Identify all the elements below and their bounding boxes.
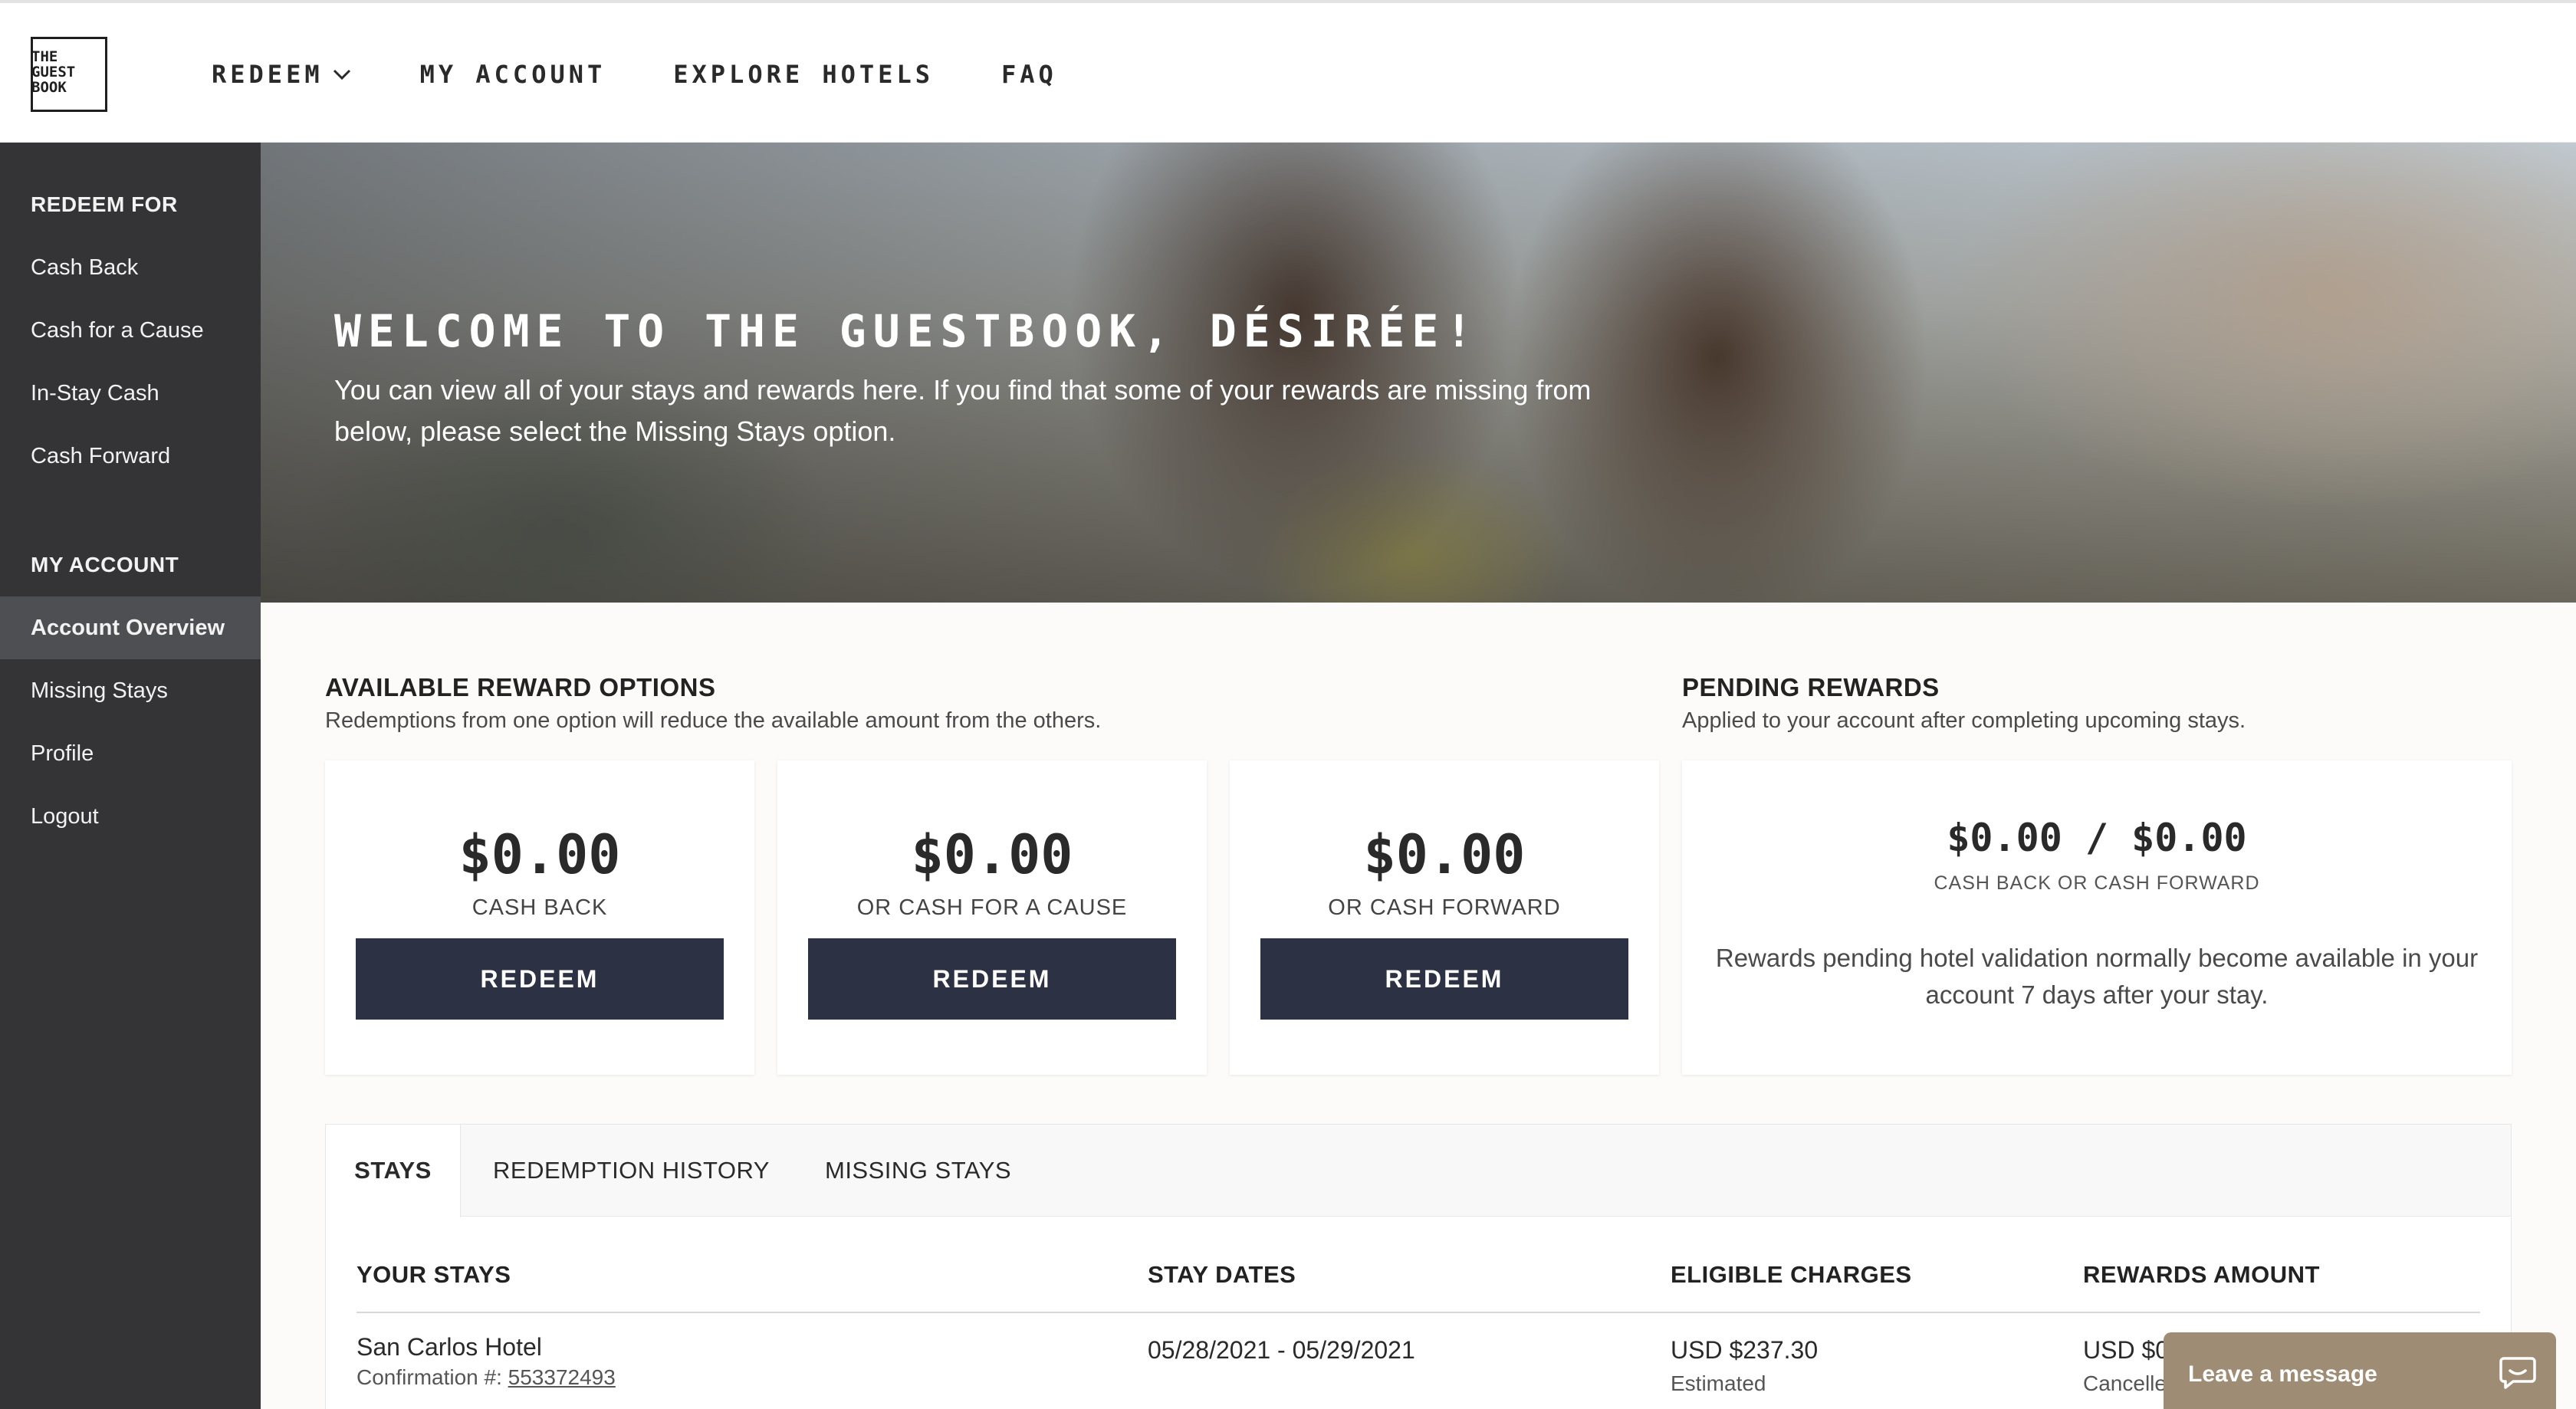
reward-card-cash-forward: $0.00 OR CASH FORWARD REDEEM [1230, 760, 1659, 1075]
hero-title: WELCOME TO THE GUESTBOOK, DÉSIRÉE! [334, 305, 1480, 357]
reward-label: OR CASH FORWARD [1328, 895, 1561, 920]
sidebar-item-cash-back[interactable]: Cash Back [0, 236, 261, 299]
table-divider [356, 1312, 2480, 1313]
reward-status: Cancelle [2083, 1371, 2167, 1395]
nav-redeem-label: REDEEM [212, 60, 324, 89]
nav-explore-hotels[interactable]: EXPLORE HOTELS [673, 60, 934, 89]
sidebar-item-missing-stays[interactable]: Missing Stays [0, 659, 261, 722]
logo-line: GUEST [31, 64, 76, 80]
rewards-amount: USD $0 [2083, 1336, 2170, 1364]
eligible-charges: USD $237.30 [1671, 1336, 1819, 1364]
redeem-cash-back-button[interactable]: REDEEM [356, 938, 724, 1020]
available-rewards-title: AVAILABLE REWARD OPTIONS [325, 673, 716, 701]
stays-tabs: STAYS REDEMPTION HISTORY MISSING STAYS [326, 1125, 2511, 1217]
pending-amount: $0.00 / $0.00 [1947, 816, 2247, 860]
pending-label: CASH BACK OR CASH FORWARD [1934, 872, 2260, 894]
confirmation-label: Confirmation #: [356, 1365, 502, 1389]
chat-bubble-icon [2499, 1357, 2536, 1389]
reward-label: OR CASH FOR A CAUSE [856, 895, 1128, 920]
sidebar-item-logout[interactable]: Logout [0, 785, 261, 848]
hero-banner: WELCOME TO THE GUESTBOOK, DÉSIRÉE! You c… [261, 143, 2576, 603]
reward-amount: $0.00 [911, 823, 1073, 886]
guestbook-logo[interactable]: THE GUEST BOOK [31, 37, 107, 112]
sidebar-heading-my-account: MY ACCOUNT [31, 553, 179, 576]
leave-message-chat-button[interactable]: Leave a message [2164, 1332, 2556, 1409]
top-navigation: THE GUEST BOOK REDEEM MY ACCOUNT EXPLORE… [0, 0, 2576, 143]
stay-dates: 05/28/2021 - 05/29/2021 [1148, 1336, 1415, 1364]
chevron-down-icon [333, 69, 350, 80]
nav-faq[interactable]: FAQ [1001, 60, 1057, 89]
charges-note: Estimated [1671, 1371, 1766, 1395]
nav-my-account[interactable]: MY ACCOUNT [420, 60, 606, 89]
reward-label: CASH BACK [472, 895, 608, 920]
confirmation-link[interactable]: 553372493 [508, 1365, 616, 1389]
column-header-your-stays: YOUR STAYS [356, 1261, 511, 1288]
pending-rewards-subtitle: Applied to your account after completing… [1682, 708, 2246, 733]
sidebar-item-account-overview[interactable]: Account Overview [0, 596, 261, 659]
reward-amount: $0.00 [1363, 823, 1526, 886]
sidebar-item-cash-for-a-cause[interactable]: Cash for a Cause [0, 299, 261, 362]
logo-line: THE [31, 48, 58, 65]
hero-subtitle: You can view all of your stays and rewar… [334, 374, 1592, 447]
sidebar: REDEEM FOR Cash Back Cash for a Cause In… [0, 143, 261, 1409]
sidebar-heading-redeem: REDEEM FOR [31, 192, 178, 216]
tab-missing-stays[interactable]: MISSING STAYS [825, 1125, 1011, 1217]
sidebar-item-profile[interactable]: Profile [0, 722, 261, 785]
tab-stays[interactable]: STAYS [326, 1125, 461, 1217]
sidebar-item-in-stay-cash[interactable]: In-Stay Cash [0, 362, 261, 425]
reward-card-cash-for-a-cause: $0.00 OR CASH FOR A CAUSE REDEEM [777, 760, 1207, 1075]
column-header-stay-dates: STAY DATES [1148, 1261, 1296, 1288]
redeem-cash-for-a-cause-button[interactable]: REDEEM [808, 938, 1176, 1020]
column-header-rewards-amount: REWARDS AMOUNT [2083, 1261, 2320, 1288]
confirmation-number: Confirmation #: 553372493 [356, 1365, 616, 1390]
sidebar-item-cash-forward[interactable]: Cash Forward [0, 425, 261, 488]
column-header-eligible-charges: ELIGIBLE CHARGES [1671, 1261, 1912, 1288]
pending-rewards-title: PENDING REWARDS [1682, 673, 1940, 701]
reward-amount: $0.00 [458, 823, 621, 886]
tab-redemption-history[interactable]: REDEMPTION HISTORY [493, 1125, 770, 1217]
nav-redeem[interactable]: REDEEM [212, 60, 353, 89]
redeem-cash-forward-button[interactable]: REDEEM [1260, 938, 1628, 1020]
main-nav: REDEEM MY ACCOUNT EXPLORE HOTELS FAQ [212, 60, 1125, 89]
reward-card-cash-back: $0.00 CASH BACK REDEEM [325, 760, 754, 1075]
logo-line: BOOK [31, 79, 67, 96]
available-rewards-subtitle: Redemptions from one option will reduce … [325, 708, 1102, 733]
pending-note: Rewards pending hotel validation normall… [1715, 944, 2479, 1009]
hotel-name: San Carlos Hotel [356, 1333, 542, 1361]
pending-rewards-card: $0.00 / $0.00 CASH BACK OR CASH FORWARD … [1682, 760, 2512, 1075]
chat-label: Leave a message [2188, 1361, 2377, 1387]
